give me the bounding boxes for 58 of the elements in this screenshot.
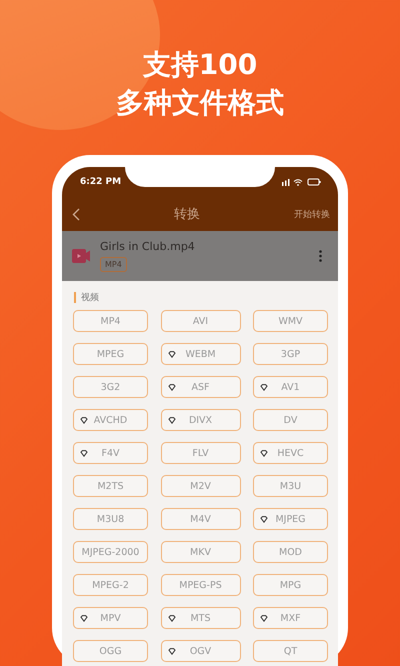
diamond-icon (80, 417, 88, 424)
format-option[interactable]: OGV (160, 640, 240, 662)
section-title: 视频 (81, 292, 99, 304)
back-icon[interactable] (72, 208, 80, 220)
format-option[interactable]: MPEG (73, 343, 148, 365)
headline: 支持100 (142, 48, 258, 82)
diamond-icon (80, 615, 88, 622)
more-icon[interactable] (319, 250, 322, 262)
format-option[interactable]: MXF (253, 607, 328, 629)
format-option[interactable]: WEBM (160, 343, 240, 365)
screen-title: 转换 (174, 206, 200, 223)
diamond-icon (260, 615, 268, 622)
format-option[interactable]: WMV (253, 310, 328, 332)
status-time: 6:22 PM (80, 177, 122, 187)
format-option[interactable]: AVI (160, 310, 240, 332)
format-option[interactable]: MOD (253, 541, 328, 563)
format-option[interactable]: 3GP (253, 343, 328, 365)
format-option[interactable]: MPV (73, 607, 148, 629)
format-option[interactable]: M4V (160, 508, 240, 530)
format-option[interactable]: DV (253, 409, 328, 431)
format-option[interactable]: DIVX (160, 409, 240, 431)
start-convert-button[interactable]: 开始转换 (294, 208, 330, 220)
format-option[interactable]: MJPEG (253, 508, 328, 530)
diamond-icon (168, 615, 176, 622)
format-tag: MP4 (100, 257, 127, 272)
format-option[interactable]: M2V (160, 475, 240, 497)
video-file-icon (72, 249, 90, 263)
format-option[interactable]: HEVC (253, 442, 328, 464)
format-option[interactable]: QT (253, 640, 328, 662)
format-option[interactable]: MPG (253, 574, 328, 596)
diamond-icon (168, 417, 176, 424)
diamond-icon (168, 351, 176, 358)
format-option[interactable]: F4V (73, 442, 148, 464)
diamond-icon (260, 516, 268, 523)
format-option[interactable]: MKV (160, 541, 240, 563)
status-icons (282, 178, 322, 186)
format-option[interactable]: 3G2 (73, 376, 148, 398)
diamond-icon (168, 384, 176, 391)
format-option[interactable]: AV1 (253, 376, 328, 398)
format-option[interactable]: MJPEG-2000 (73, 541, 148, 563)
format-option[interactable]: AVCHD (73, 409, 148, 431)
format-option[interactable]: MPEG-PS (160, 574, 240, 596)
format-option[interactable]: ASF (160, 376, 240, 398)
format-option[interactable]: M3U (253, 475, 328, 497)
headline: 多种文件格式 (116, 86, 284, 120)
format-option[interactable]: MPEG-2 (73, 574, 148, 596)
format-option[interactable]: MTS (160, 607, 240, 629)
format-option[interactable]: MP4 (73, 310, 148, 332)
diamond-icon (168, 648, 176, 655)
diamond-icon (260, 450, 268, 457)
file-name: Girls in Club.mp4 (100, 240, 195, 253)
diamond-icon (260, 384, 268, 391)
section-marker (74, 292, 76, 303)
format-option[interactable]: FLV (160, 442, 240, 464)
format-option[interactable]: OGG (73, 640, 148, 662)
format-option[interactable]: M2TS (73, 475, 148, 497)
format-option[interactable]: M3U8 (73, 508, 148, 530)
diamond-icon (80, 450, 88, 457)
